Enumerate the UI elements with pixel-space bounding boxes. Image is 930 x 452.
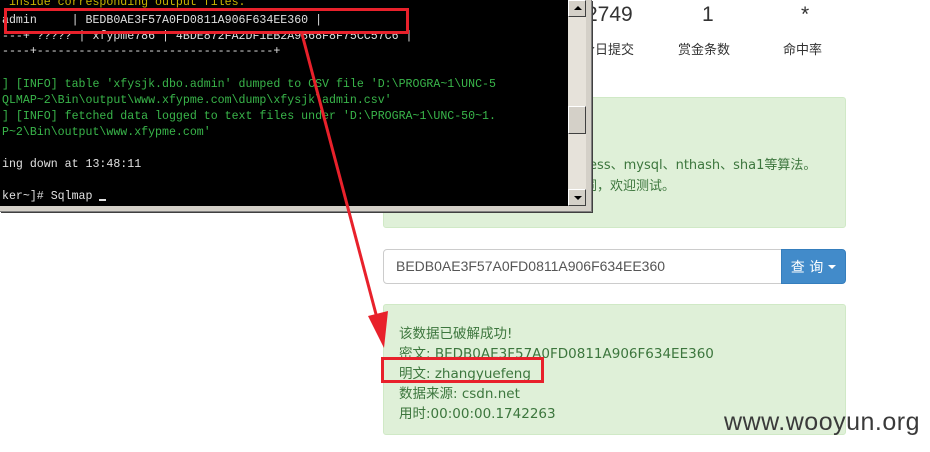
scroll-up-button[interactable]	[568, 0, 586, 17]
stat-bounty-value: 1	[702, 3, 714, 26]
terminal-line: ----+----------------------------------+	[2, 45, 281, 58]
query-button-label: 查 询	[790, 259, 824, 276]
query-button[interactable]: 查 询	[781, 249, 846, 284]
arrow-down-icon	[574, 196, 582, 200]
arrow-up-icon	[574, 6, 582, 10]
hash-search-input[interactable]: BEDB0AE3F57A0FD0811A906F634EE360	[383, 249, 783, 284]
result-time: 用时:00:00:00.1742263	[399, 406, 556, 422]
caret-down-icon	[828, 264, 837, 269]
terminal-line: ] [INFO] table 'xfysjk.dbo.admin' dumped…	[2, 78, 496, 91]
terminal-line: ing down at 13:48:11	[2, 158, 142, 171]
terminal-scrollbar[interactable]	[568, 0, 586, 206]
stat-submitted-value: 2749	[586, 3, 633, 26]
stat-hitrate-value: *	[801, 3, 810, 26]
highlight-box-plaintext	[381, 357, 544, 383]
stat-hitrate-label: 命中率	[783, 43, 823, 58]
info-line: ress、mysql、nthash、sha1等算法。	[584, 158, 817, 173]
terminal-line: QLMAP~2\Bin\output\www.xfypme.com\dump\x…	[2, 94, 392, 107]
info-line: 词，欢迎测试。	[584, 179, 676, 194]
terminal-line: P~2\Bin\output\www.xfypme.com'	[2, 126, 211, 139]
watermark: www.wooyun.org	[724, 408, 920, 436]
result-source: 数据来源: csdn.net	[399, 386, 520, 402]
result-status: 该数据已破解成功!	[399, 326, 513, 342]
stats-bar: 2749 今日提交 1 赏金条数 * 命中率	[560, 0, 860, 60]
terminal-line: ] [INFO] fetched data logged to text fil…	[2, 110, 496, 123]
terminal-prompt-text: ker~]# Sqlmap	[2, 190, 100, 203]
scroll-down-button[interactable]	[568, 189, 586, 206]
stat-bounty-label: 赏金条数	[678, 43, 731, 58]
highlight-box-hash	[4, 8, 409, 34]
terminal-prompt: ker~]# Sqlmap	[2, 189, 107, 205]
scroll-thumb[interactable]	[568, 106, 586, 134]
cursor-icon	[99, 199, 107, 201]
